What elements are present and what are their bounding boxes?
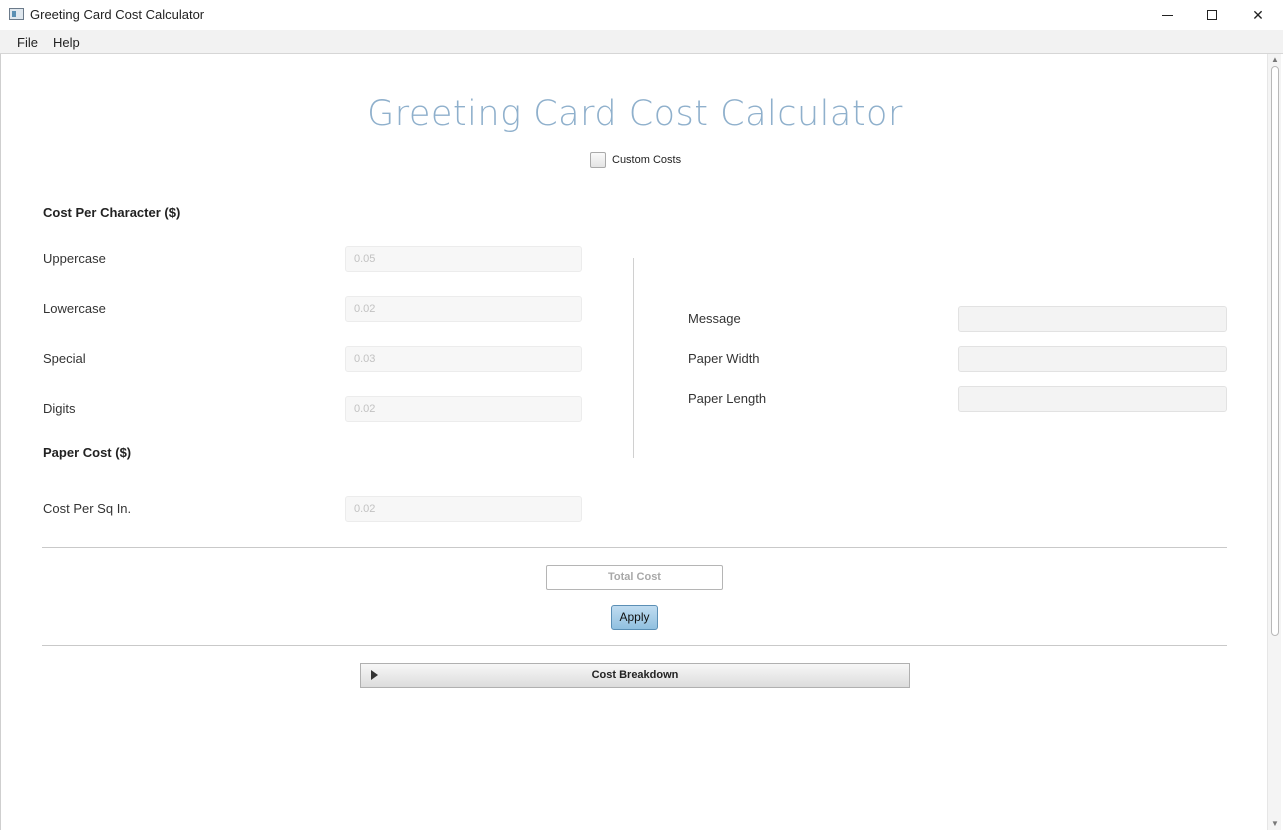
scroll-thumb[interactable] xyxy=(1271,66,1279,636)
uppercase-cost-field[interactable]: 0.05 xyxy=(345,246,582,272)
scroll-down-icon[interactable]: ▼ xyxy=(1271,820,1279,828)
lowercase-cost-field[interactable]: 0.02 xyxy=(345,296,582,322)
cost-per-character-heading: Cost Per Character ($) xyxy=(43,205,181,220)
page-title: Greeting Card Cost Calculator xyxy=(367,94,903,134)
lowercase-label: Lowercase xyxy=(43,301,106,316)
maximize-icon xyxy=(1207,10,1217,20)
vertical-divider xyxy=(633,258,634,458)
paper-width-field[interactable] xyxy=(958,346,1227,372)
message-label: Message xyxy=(688,311,741,326)
window-border xyxy=(0,54,1,830)
digits-cost-field[interactable]: 0.02 xyxy=(345,396,582,422)
custom-costs-checkbox[interactable] xyxy=(590,152,606,168)
minimize-button[interactable] xyxy=(1144,0,1190,30)
window-title: Greeting Card Cost Calculator xyxy=(30,7,205,22)
paper-length-field[interactable] xyxy=(958,386,1227,412)
menu-help[interactable]: Help xyxy=(53,35,80,50)
close-icon: ✕ xyxy=(1252,6,1264,23)
special-label: Special xyxy=(43,351,86,366)
special-cost-field[interactable]: 0.03 xyxy=(345,346,582,372)
close-button[interactable]: ✕ xyxy=(1235,0,1281,30)
cost-per-sq-in-label: Cost Per Sq In. xyxy=(43,501,132,516)
uppercase-label: Uppercase xyxy=(43,251,106,266)
title-bar: Greeting Card Cost Calculator ✕ xyxy=(0,0,1283,30)
maximize-button[interactable] xyxy=(1189,0,1235,30)
scroll-up-icon[interactable]: ▲ xyxy=(1271,56,1279,64)
minimize-icon xyxy=(1161,14,1173,16)
menu-bar: File Help xyxy=(0,30,1283,54)
total-cost-field[interactable]: Total Cost xyxy=(546,565,723,590)
digits-label: Digits xyxy=(43,401,76,416)
apply-button[interactable]: Apply xyxy=(611,605,658,630)
vertical-scrollbar[interactable]: ▲ ▼ xyxy=(1267,54,1281,830)
menu-file[interactable]: File xyxy=(17,35,38,50)
cost-per-sq-in-field[interactable]: 0.02 xyxy=(345,496,582,522)
horizontal-divider-top xyxy=(42,547,1227,548)
cost-breakdown-pane[interactable]: Cost Breakdown xyxy=(360,663,910,688)
custom-costs-label: Custom Costs xyxy=(612,154,682,166)
paper-cost-heading: Paper Cost ($) xyxy=(43,445,132,460)
cost-breakdown-label: Cost Breakdown xyxy=(591,669,679,681)
message-field[interactable] xyxy=(958,306,1227,332)
paper-width-label: Paper Width xyxy=(688,351,760,366)
paper-length-label: Paper Length xyxy=(688,391,767,406)
custom-costs-toggle[interactable]: Custom Costs xyxy=(590,152,681,168)
app-window-icon xyxy=(9,8,24,20)
horizontal-divider-bottom xyxy=(42,645,1227,646)
